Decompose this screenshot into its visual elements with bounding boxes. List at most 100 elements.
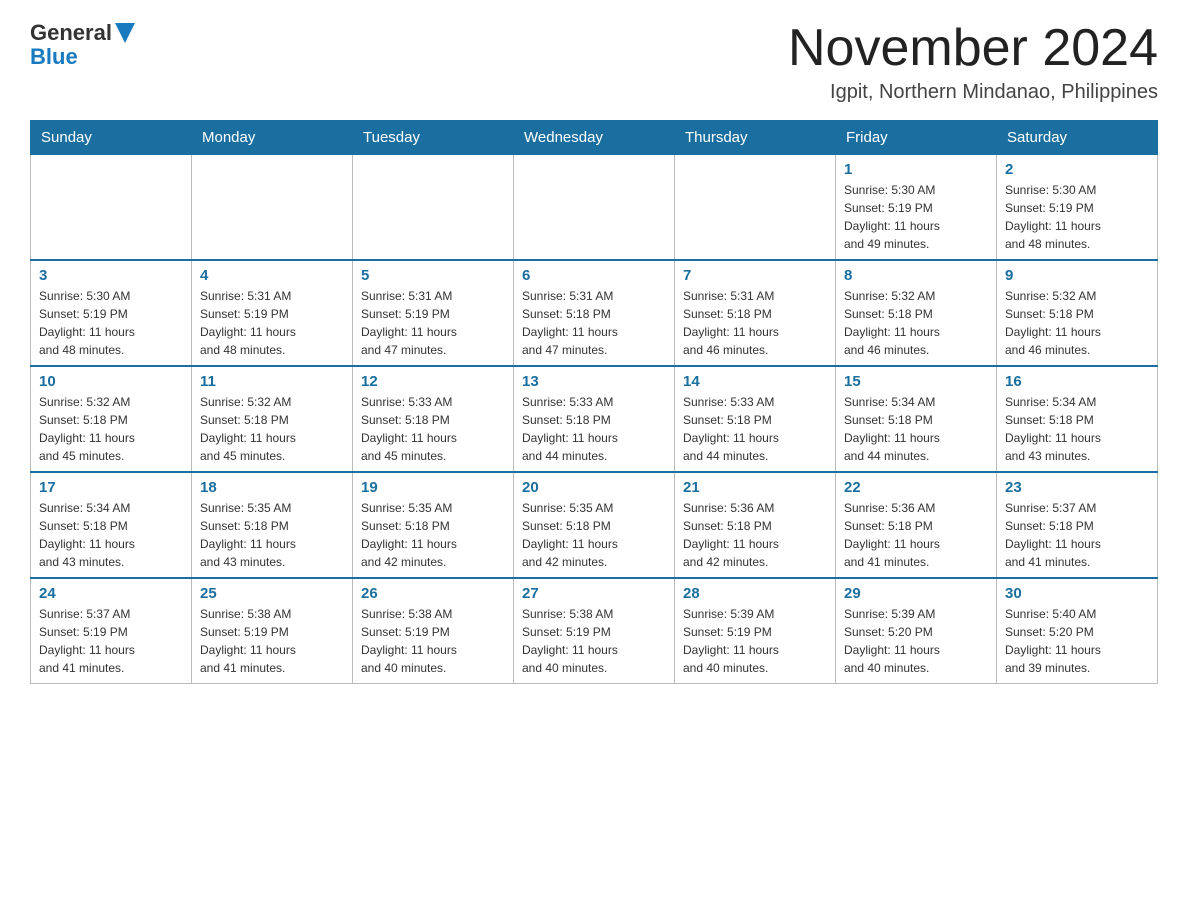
day-info: Sunrise: 5:34 AMSunset: 5:18 PMDaylight:… <box>844 393 988 465</box>
calendar-day-cell: 17 Sunrise: 5:34 AMSunset: 5:18 PMDayligh… <box>31 472 192 578</box>
month-year-title: November 2024 <box>788 20 1158 77</box>
logo-blue-text: Blue <box>30 46 135 68</box>
calendar-day-cell: 20 Sunrise: 5:35 AMSunset: 5:18 PMDayligh… <box>514 472 675 578</box>
day-info: Sunrise: 5:31 AMSunset: 5:19 PMDaylight:… <box>361 287 505 359</box>
day-number: 6 <box>522 267 666 284</box>
calendar-table: SundayMondayTuesdayWednesdayThursdayFrid… <box>30 120 1158 684</box>
calendar-day-cell <box>353 155 514 261</box>
calendar-day-cell: 25 Sunrise: 5:38 AMSunset: 5:19 PMDayligh… <box>192 578 353 684</box>
day-info: Sunrise: 5:40 AMSunset: 5:20 PMDaylight:… <box>1005 605 1149 677</box>
day-info: Sunrise: 5:39 AMSunset: 5:19 PMDaylight:… <box>683 605 827 677</box>
calendar-day-cell: 27 Sunrise: 5:38 AMSunset: 5:19 PMDayligh… <box>514 578 675 684</box>
calendar-day-cell: 18 Sunrise: 5:35 AMSunset: 5:18 PMDayligh… <box>192 472 353 578</box>
day-number: 1 <box>844 161 988 178</box>
day-info: Sunrise: 5:37 AMSunset: 5:18 PMDaylight:… <box>1005 499 1149 571</box>
calendar-day-cell <box>514 155 675 261</box>
day-info: Sunrise: 5:38 AMSunset: 5:19 PMDaylight:… <box>200 605 344 677</box>
day-number: 13 <box>522 373 666 390</box>
title-section: November 2024 Igpit, Northern Mindanao, … <box>788 20 1158 104</box>
day-number: 21 <box>683 479 827 496</box>
calendar-day-cell: 23 Sunrise: 5:37 AMSunset: 5:18 PMDayligh… <box>997 472 1158 578</box>
calendar-week-row: 10 Sunrise: 5:32 AMSunset: 5:18 PMDayligh… <box>31 366 1158 472</box>
page-header: General Blue November 2024 Igpit, Northe… <box>30 20 1158 104</box>
calendar-day-cell: 16 Sunrise: 5:34 AMSunset: 5:18 PMDayligh… <box>997 366 1158 472</box>
location-subtitle: Igpit, Northern Mindanao, Philippines <box>788 81 1158 104</box>
day-number: 10 <box>39 373 183 390</box>
calendar-day-cell: 10 Sunrise: 5:32 AMSunset: 5:18 PMDayligh… <box>31 366 192 472</box>
day-number: 20 <box>522 479 666 496</box>
day-info: Sunrise: 5:32 AMSunset: 5:18 PMDaylight:… <box>1005 287 1149 359</box>
day-info: Sunrise: 5:36 AMSunset: 5:18 PMDaylight:… <box>844 499 988 571</box>
day-number: 11 <box>200 373 344 390</box>
day-info: Sunrise: 5:31 AMSunset: 5:18 PMDaylight:… <box>522 287 666 359</box>
calendar-day-cell <box>31 155 192 261</box>
calendar-day-cell: 19 Sunrise: 5:35 AMSunset: 5:18 PMDayligh… <box>353 472 514 578</box>
calendar-week-row: 17 Sunrise: 5:34 AMSunset: 5:18 PMDayligh… <box>31 472 1158 578</box>
logo-general-text: General <box>30 20 112 46</box>
day-info: Sunrise: 5:35 AMSunset: 5:18 PMDaylight:… <box>361 499 505 571</box>
day-number: 25 <box>200 585 344 602</box>
day-number: 4 <box>200 267 344 284</box>
day-info: Sunrise: 5:35 AMSunset: 5:18 PMDaylight:… <box>522 499 666 571</box>
calendar-day-cell: 13 Sunrise: 5:33 AMSunset: 5:18 PMDayligh… <box>514 366 675 472</box>
calendar-header-thursday: Thursday <box>675 121 836 155</box>
calendar-day-cell: 1 Sunrise: 5:30 AMSunset: 5:19 PMDaylight… <box>836 155 997 261</box>
calendar-day-cell: 28 Sunrise: 5:39 AMSunset: 5:19 PMDayligh… <box>675 578 836 684</box>
day-number: 7 <box>683 267 827 284</box>
day-number: 5 <box>361 267 505 284</box>
day-info: Sunrise: 5:33 AMSunset: 5:18 PMDaylight:… <box>522 393 666 465</box>
day-number: 8 <box>844 267 988 284</box>
calendar-week-row: 24Sunrise: 5:37 AMSunset: 5:19 PMDayligh… <box>31 578 1158 684</box>
day-number: 19 <box>361 479 505 496</box>
day-number: 22 <box>844 479 988 496</box>
day-number: 29 <box>844 585 988 602</box>
calendar-day-cell: 2 Sunrise: 5:30 AMSunset: 5:19 PMDaylight… <box>997 155 1158 261</box>
day-info: Sunrise: 5:32 AMSunset: 5:18 PMDaylight:… <box>200 393 344 465</box>
day-number: 17 <box>39 479 183 496</box>
day-number: 18 <box>200 479 344 496</box>
day-info: Sunrise: 5:30 AMSunset: 5:19 PMDaylight:… <box>39 287 183 359</box>
day-info: Sunrise: 5:37 AMSunset: 5:19 PMDaylight:… <box>39 605 183 677</box>
calendar-day-cell: 9 Sunrise: 5:32 AMSunset: 5:18 PMDaylight… <box>997 260 1158 366</box>
day-info: Sunrise: 5:31 AMSunset: 5:19 PMDaylight:… <box>200 287 344 359</box>
day-info: Sunrise: 5:39 AMSunset: 5:20 PMDaylight:… <box>844 605 988 677</box>
calendar-week-row: 1 Sunrise: 5:30 AMSunset: 5:19 PMDaylight… <box>31 155 1158 261</box>
calendar-header-tuesday: Tuesday <box>353 121 514 155</box>
day-info: Sunrise: 5:32 AMSunset: 5:18 PMDaylight:… <box>844 287 988 359</box>
day-number: 2 <box>1005 161 1149 178</box>
day-number: 28 <box>683 585 827 602</box>
calendar-day-cell: 14 Sunrise: 5:33 AMSunset: 5:18 PMDayligh… <box>675 366 836 472</box>
calendar-header-monday: Monday <box>192 121 353 155</box>
day-info: Sunrise: 5:30 AMSunset: 5:19 PMDaylight:… <box>844 181 988 253</box>
calendar-day-cell: 29 Sunrise: 5:39 AMSunset: 5:20 PMDayligh… <box>836 578 997 684</box>
day-info: Sunrise: 5:32 AMSunset: 5:18 PMDaylight:… <box>39 393 183 465</box>
calendar-header-saturday: Saturday <box>997 121 1158 155</box>
calendar-day-cell: 6 Sunrise: 5:31 AMSunset: 5:18 PMDaylight… <box>514 260 675 366</box>
calendar-day-cell: 22 Sunrise: 5:36 AMSunset: 5:18 PMDayligh… <box>836 472 997 578</box>
calendar-header-row: SundayMondayTuesdayWednesdayThursdayFrid… <box>31 121 1158 155</box>
day-info: Sunrise: 5:33 AMSunset: 5:18 PMDaylight:… <box>683 393 827 465</box>
day-info: Sunrise: 5:35 AMSunset: 5:18 PMDaylight:… <box>200 499 344 571</box>
day-number: 27 <box>522 585 666 602</box>
calendar-day-cell <box>192 155 353 261</box>
day-number: 3 <box>39 267 183 284</box>
day-number: 23 <box>1005 479 1149 496</box>
calendar-header-sunday: Sunday <box>31 121 192 155</box>
calendar-day-cell: 30 Sunrise: 5:40 AMSunset: 5:20 PMDayligh… <box>997 578 1158 684</box>
day-info: Sunrise: 5:31 AMSunset: 5:18 PMDaylight:… <box>683 287 827 359</box>
calendar-day-cell: 21Sunrise: 5:36 AMSunset: 5:18 PMDayligh… <box>675 472 836 578</box>
day-number: 15 <box>844 373 988 390</box>
calendar-header-friday: Friday <box>836 121 997 155</box>
day-info: Sunrise: 5:34 AMSunset: 5:18 PMDaylight:… <box>1005 393 1149 465</box>
day-number: 9 <box>1005 267 1149 284</box>
day-info: Sunrise: 5:34 AMSunset: 5:18 PMDaylight:… <box>39 499 183 571</box>
logo-triangle-icon <box>115 23 135 45</box>
calendar-day-cell: 3 Sunrise: 5:30 AMSunset: 5:19 PMDaylight… <box>31 260 192 366</box>
day-info: Sunrise: 5:38 AMSunset: 5:19 PMDaylight:… <box>522 605 666 677</box>
day-number: 30 <box>1005 585 1149 602</box>
day-number: 16 <box>1005 373 1149 390</box>
day-info: Sunrise: 5:30 AMSunset: 5:19 PMDaylight:… <box>1005 181 1149 253</box>
day-number: 14 <box>683 373 827 390</box>
calendar-week-row: 3 Sunrise: 5:30 AMSunset: 5:19 PMDaylight… <box>31 260 1158 366</box>
calendar-day-cell <box>675 155 836 261</box>
